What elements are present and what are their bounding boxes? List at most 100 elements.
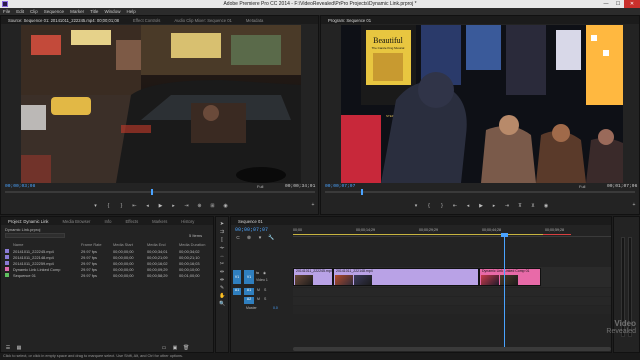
track-a2-mute-icon[interactable]: M [257, 297, 260, 301]
program-go-to-in-icon[interactable]: ⇤ [452, 203, 458, 209]
menu-help[interactable]: Help [126, 9, 135, 14]
track-target-a1[interactable]: A1 [244, 288, 254, 295]
label-color-swatch[interactable] [5, 249, 9, 253]
overwrite-icon[interactable]: ⊞ [210, 203, 216, 209]
tab-program[interactable]: Program: Sequence 01 [321, 18, 378, 23]
program-video-frame[interactable]: Beautiful The Carole King Musical STEPHE… [341, 25, 623, 183]
source-scrub-bar[interactable] [5, 191, 315, 193]
label-color-swatch[interactable] [5, 267, 9, 271]
program-mark-out-icon[interactable]: } [439, 203, 445, 209]
slip-tool-icon[interactable]: ⇹ [219, 269, 225, 275]
snap-icon[interactable]: ⊂ [235, 235, 241, 241]
source-settings-plus-icon[interactable]: + [310, 202, 316, 208]
new-item-icon[interactable]: ▣ [172, 345, 178, 351]
timeline-playhead[interactable] [504, 234, 505, 349]
video-track-1[interactable]: 20141011_222245.mp4 20141011_222148.mp4 … [293, 267, 611, 287]
clip-20141011_222148[interactable]: 20141011_222148.mp4 [333, 268, 479, 286]
hand-tool-icon[interactable]: ✋ [219, 293, 225, 299]
mark-in-icon[interactable]: { [106, 203, 112, 209]
linked-selection-icon[interactable]: ⊗ [246, 235, 252, 241]
tab-source[interactable]: Source: Sequence 01: 20141011_222245.mp4… [1, 18, 126, 23]
menu-clip[interactable]: Clip [30, 9, 38, 14]
source-patch-v1[interactable]: V1 [233, 270, 241, 284]
col-media-duration[interactable]: Media Duration [179, 242, 211, 247]
col-frame-rate[interactable]: Frame Rate [81, 242, 113, 247]
program-timecode-current[interactable]: 00;00;07;07 [325, 184, 355, 189]
program-playhead[interactable] [361, 189, 363, 195]
program-go-to-out-icon[interactable]: ⇥ [504, 203, 510, 209]
list-view-icon[interactable]: ☰ [5, 345, 11, 351]
extract-icon[interactable]: ⊻ [530, 203, 536, 209]
menu-edit[interactable]: Edit [16, 9, 24, 14]
col-name[interactable]: Name [5, 242, 81, 247]
program-fit-select[interactable]: Full [579, 184, 585, 189]
selection-tool-icon[interactable]: ➤ [219, 221, 225, 227]
label-color-swatch[interactable] [5, 255, 9, 259]
step-back-icon[interactable]: ◂ [145, 203, 151, 209]
source-fit-select[interactable]: Full [257, 184, 263, 189]
go-to-in-icon[interactable]: ⇤ [132, 203, 138, 209]
track-a1-solo-icon[interactable]: S [264, 288, 266, 292]
track-a2-solo-icon[interactable]: S [264, 297, 266, 301]
program-mark-in-icon[interactable]: { [426, 203, 432, 209]
program-step-back-icon[interactable]: ◂ [465, 203, 471, 209]
rolling-edit-tool-icon[interactable]: ⟛ [219, 245, 225, 251]
program-add-marker-icon[interactable]: ▾ [413, 203, 419, 209]
tab-audio-clip-mixer[interactable]: Audio Clip Mixer: Sequence 01 [167, 18, 239, 23]
clear-icon[interactable]: 🗑 [183, 345, 189, 351]
program-export-frame-icon[interactable]: ◉ [543, 203, 549, 209]
tab-history[interactable]: History [174, 219, 201, 224]
timeline-settings-icon[interactable]: 🔧 [268, 235, 274, 241]
tab-markers[interactable]: Markers [145, 219, 174, 224]
insert-icon[interactable]: ⊕ [197, 203, 203, 209]
source-patch-a1[interactable]: A1 [233, 288, 241, 295]
rate-stretch-tool-icon[interactable]: ↔ [219, 253, 225, 259]
tab-media-browser[interactable]: Media Browser [56, 219, 98, 224]
audio-track-1[interactable] [293, 288, 611, 296]
menu-file[interactable]: File [3, 9, 10, 14]
zoom-tool-icon[interactable]: 🔍 [219, 301, 225, 307]
program-step-forward-icon[interactable]: ▸ [491, 203, 497, 209]
clip-20141011_222245[interactable]: 20141011_222245.mp4 [293, 268, 333, 286]
project-item-row[interactable]: Dynamic Link Linked Comp 29.97 fps 00;00;0… [5, 266, 211, 272]
track-sync-lock-icon[interactable]: ⇆ [256, 271, 259, 275]
program-scrub-bar[interactable] [325, 191, 635, 193]
project-item-row[interactable]: Sequence 01 29.97 fps 00;00;00;00 00;00;58;… [5, 272, 211, 278]
track-eye-icon[interactable]: ◉ [263, 271, 266, 275]
tab-project[interactable]: Project: Dynamic Link [1, 219, 56, 224]
menu-window[interactable]: Window [104, 9, 120, 14]
maximize-button[interactable]: ☐ [612, 0, 624, 8]
source-playhead[interactable] [151, 189, 153, 195]
menu-marker[interactable]: Marker [70, 9, 84, 14]
icon-view-icon[interactable]: ▦ [16, 345, 22, 351]
project-search-input[interactable] [5, 233, 65, 238]
master-volume-value[interactable]: 0.0 [273, 306, 278, 310]
timeline-horizontal-scrollbar[interactable] [293, 347, 611, 351]
playhead-handle-icon[interactable] [501, 233, 508, 237]
project-item-row[interactable]: 20141011_222148.mp4 29.97 fps 00;00;00;00 0… [5, 254, 211, 260]
col-media-end[interactable]: Media End [147, 242, 179, 247]
label-color-swatch[interactable] [5, 273, 9, 277]
slide-tool-icon[interactable]: ⇼ [219, 277, 225, 283]
add-marker-icon[interactable]: ▾ [93, 203, 99, 209]
master-track[interactable] [293, 306, 611, 314]
minimize-button[interactable]: — [600, 0, 612, 8]
clip-dynamic-link-comp[interactable]: Dynamic Link Linked Comp 01 [479, 268, 541, 286]
play-icon[interactable]: ▶ [158, 203, 164, 209]
add-marker-timeline-icon[interactable]: ▾ [257, 235, 263, 241]
audio-track-2[interactable] [293, 297, 611, 305]
source-video-frame[interactable] [21, 25, 301, 183]
menu-title[interactable]: Title [90, 9, 98, 14]
project-item-row[interactable]: 20141011_222259.mp4 29.97 fps 00;00;00;00 0… [5, 260, 211, 266]
program-play-icon[interactable]: ▶ [478, 203, 484, 209]
project-item-row[interactable]: 20141011_222245.mp4 29.97 fps 00;00;00;00 0… [5, 248, 211, 254]
ripple-edit-tool-icon[interactable]: ⟦ [219, 237, 225, 243]
tab-info[interactable]: Info [97, 219, 118, 224]
track-select-tool-icon[interactable]: ⇉ [219, 229, 225, 235]
track-target-v1[interactable]: V1 [244, 270, 254, 284]
timeline-timecode[interactable]: 00;00;07;07 [235, 227, 268, 233]
menu-sequence[interactable]: Sequence [44, 9, 64, 14]
tab-effects[interactable]: Effects [118, 219, 145, 224]
track-a1-mute-icon[interactable]: M [257, 288, 260, 292]
step-forward-icon[interactable]: ▸ [171, 203, 177, 209]
